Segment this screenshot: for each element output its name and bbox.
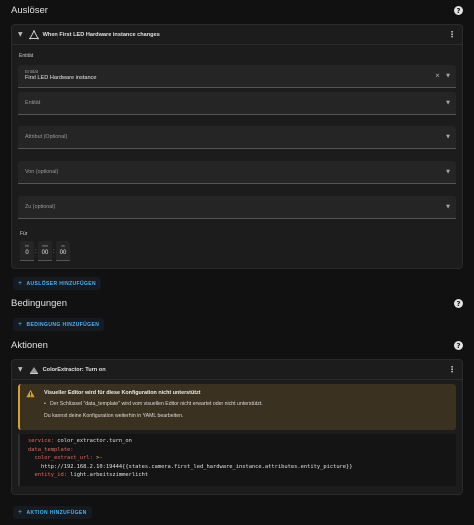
entity-picker-placeholder: Entität: [25, 100, 41, 106]
alert-triangle-icon: [26, 389, 35, 398]
minutes-input[interactable]: mm 00: [38, 241, 52, 261]
warning-note: Du kannst deine Konfiguration weiterhin …: [44, 413, 184, 419]
add-action-label: AKTION HINZUFÜGEN: [26, 509, 87, 516]
dropdown-arrow-icon[interactable]: ▼: [446, 73, 450, 79]
entity-picker[interactable]: Entität ▼: [18, 92, 456, 115]
seconds-value: 00: [59, 250, 67, 256]
more-vertical-icon[interactable]: ⋮: [448, 30, 456, 39]
plus-icon: +: [18, 321, 23, 328]
entity-field-value: First LED Hardware instance: [25, 75, 97, 81]
dropdown-arrow-icon[interactable]: ▼: [446, 100, 450, 106]
conditions-header: Bedingungen ?: [11, 298, 463, 309]
to-placeholder: Zu (optional): [25, 204, 56, 210]
close-icon[interactable]: ✕: [435, 73, 440, 80]
entity-field[interactable]: Entität First LED Hardware instance ✕ ▼: [18, 65, 456, 88]
add-condition-button[interactable]: + BEDINGUNG HINZUFÜGEN: [13, 318, 105, 331]
add-condition-label: BEDINGUNG HINZUFÜGEN: [26, 321, 100, 328]
attribute-placeholder: Attribut (Optional): [25, 134, 68, 140]
dropdown-arrow-icon[interactable]: ▼: [446, 134, 450, 140]
hours-label: hh: [25, 244, 29, 248]
add-trigger-label: AUSLÖSER HINZUFÜGEN: [26, 280, 97, 287]
code-line: entity_id: light.arbeitszimmerlicht: [28, 472, 149, 479]
attribute-field[interactable]: Attribut (Optional) ▼: [18, 126, 456, 149]
help-circle-icon[interactable]: ?: [454, 6, 463, 15]
action-card-header[interactable]: ▼ ColorExtractor: Turn on ⋮: [12, 360, 462, 380]
dropdown-arrow-icon[interactable]: ▼: [446, 204, 450, 210]
code-line: service: color_extractor.turn_on: [28, 438, 132, 444]
trigger-title: When First LED Hardware instance changes: [42, 31, 160, 38]
trigger-state-icon: [28, 29, 39, 39]
triggers-heading: Auslöser: [11, 5, 48, 16]
entity-section-label: Entität: [19, 53, 34, 59]
dropdown-arrow-icon[interactable]: ▼: [446, 169, 450, 175]
triggers-header: Auslöser ?: [11, 5, 463, 16]
from-field[interactable]: Von (optional) ▼: [18, 161, 456, 184]
plus-icon: +: [18, 509, 23, 516]
palette-icon: [29, 366, 38, 374]
from-placeholder: Von (optional): [25, 169, 59, 175]
action-title: ColorExtractor: Turn on: [42, 366, 106, 373]
hours-input[interactable]: hh 0: [20, 241, 34, 261]
code-line: color_extract_url: >-: [28, 455, 103, 462]
add-trigger-button[interactable]: + AUSLÖSER HINZUFÜGEN: [13, 277, 102, 290]
seconds-label: ss: [61, 244, 65, 248]
trigger-card: ▼ When First LED Hardware instance chang…: [11, 24, 463, 269]
actions-header: Aktionen ?: [11, 340, 463, 351]
warning-title: Visueller Editor wird für diese Konfigur…: [44, 390, 201, 396]
conditions-heading: Bedingungen: [11, 298, 67, 309]
time-separator: :: [35, 249, 37, 255]
entity-field-label: Entität: [25, 69, 39, 74]
add-action-button[interactable]: + AKTION HINZUFÜGEN: [13, 506, 92, 519]
yaml-editor[interactable]: service: color_extractor.turn_on data_tem…: [18, 434, 456, 486]
actions-heading: Aktionen: [11, 340, 48, 351]
code-line: data_template:: [28, 446, 74, 453]
action-card: ▼ ColorExtractor: Turn on ⋮ Visueller Ed…: [11, 359, 463, 495]
seconds-input[interactable]: ss 00: [56, 241, 70, 261]
code-line: http://192.168.2.10:19444{{states.camera…: [28, 463, 353, 470]
plus-icon: +: [18, 280, 23, 287]
more-vertical-icon[interactable]: ⋮: [448, 365, 456, 374]
help-circle-icon[interactable]: ?: [454, 341, 463, 350]
unsupported-warning: Visueller Editor wird für diese Konfigur…: [18, 384, 456, 430]
time-separator: :: [53, 249, 55, 255]
trigger-card-header[interactable]: ▼ When First LED Hardware instance chang…: [12, 25, 462, 45]
minutes-label: mm: [42, 244, 48, 248]
warning-bullet: Der Schlüssel "data_template" wird vom v…: [44, 401, 263, 407]
minutes-value: 00: [41, 250, 49, 256]
help-circle-icon[interactable]: ?: [454, 299, 463, 308]
chevron-down-icon[interactable]: ▼: [18, 31, 23, 38]
for-label: Für: [20, 231, 28, 237]
to-field[interactable]: Zu (optional) ▼: [18, 196, 456, 219]
hours-value: 0: [25, 250, 29, 256]
chevron-down-icon[interactable]: ▼: [18, 366, 23, 373]
